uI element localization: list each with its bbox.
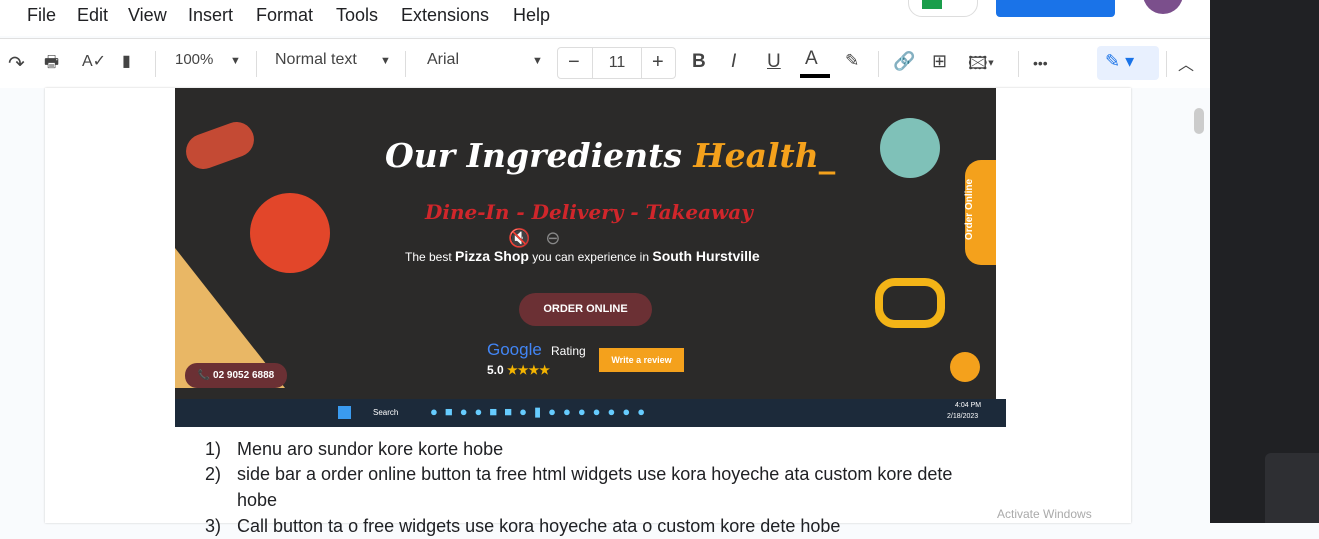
font-size-stepper: − 11 + <box>557 47 676 79</box>
menu-extensions[interactable]: Extensions <box>401 5 489 26</box>
call-button[interactable]: 📞 02 9052 6888 <box>185 363 287 388</box>
google-logo: Google <box>487 340 542 359</box>
scrollbar[interactable] <box>1194 108 1204 134</box>
pencil-icon: ✎ ▾ <box>1105 51 1135 71</box>
menu-file[interactable]: File <box>27 5 56 26</box>
spellcheck-icon[interactable]: A✓ <box>82 51 106 71</box>
paint-format-icon[interactable]: ▮ <box>122 51 131 71</box>
taskbar-search[interactable]: Search <box>373 408 398 417</box>
text-color-swatch <box>800 74 830 78</box>
editing-mode-button[interactable]: ✎ ▾ <box>1097 46 1159 80</box>
hero-tagline: The best Pizza Shop you can experience i… <box>405 248 760 264</box>
taskbar-time: 4:04 PM <box>955 402 982 409</box>
side-panel-widget <box>1265 453 1319 523</box>
activate-windows-watermark: Activate Windows <box>997 507 1092 521</box>
chat-bubble-button[interactable] <box>950 352 980 382</box>
menu-bar: File Edit View Insert Format Tools Exten… <box>0 0 1210 36</box>
chevron-down-icon: ▼ <box>532 55 543 67</box>
rating-value: 5.0 ★★★★ <box>487 363 551 377</box>
italic-button[interactable]: I <box>731 51 736 73</box>
menu-help[interactable]: Help <box>513 5 550 26</box>
meet-icon <box>922 0 942 9</box>
menu-format[interactable]: Format <box>256 5 313 26</box>
more-options-button[interactable]: ••• <box>1033 55 1048 71</box>
order-online-button[interactable]: ORDER ONLINE <box>519 293 652 326</box>
print-icon[interactable]: 🖶 <box>44 51 59 78</box>
salami-image <box>181 117 259 174</box>
menu-insert[interactable]: Insert <box>188 5 233 26</box>
menu-edit[interactable]: Edit <box>77 5 108 26</box>
windows-start-icon[interactable] <box>338 406 351 419</box>
toolbar: ↷ 🖶 A✓ ▮ 100% ▼ Normal text ▼ Arial ▼ − … <box>0 38 1210 88</box>
menu-tools[interactable]: Tools <box>336 5 378 26</box>
decrease-font-size-button[interactable]: − <box>568 51 580 74</box>
font-select[interactable]: Arial <box>427 51 459 69</box>
tomato-image <box>250 193 330 273</box>
text-color-button[interactable]: A <box>805 48 818 70</box>
video-controls[interactable]: 🔇 ⊖ <box>508 228 561 249</box>
hero-subtitle: Dine-In - Delivery - Takeaway <box>425 200 753 224</box>
link-icon[interactable]: 🔗 <box>893 51 915 72</box>
write-review-button[interactable]: Write a review <box>599 348 684 372</box>
pepper-image <box>875 278 945 328</box>
rating-label: Rating <box>551 344 586 358</box>
hero-title: Our Ingredients Health_ <box>385 136 836 175</box>
embedded-screenshot[interactable]: Our Ingredients Health_ Dine-In - Delive… <box>175 88 996 399</box>
collapse-toolbar-icon[interactable]: ︿ <box>1178 51 1194 75</box>
style-select[interactable]: Normal text <box>275 51 357 69</box>
taskbar-app-icons: ●■●●■■●▮●●●●●●● <box>430 404 653 419</box>
redo-icon[interactable]: ↷ <box>8 51 25 76</box>
highlight-icon[interactable]: ✎ <box>845 51 859 71</box>
increase-font-size-button[interactable]: + <box>652 51 664 74</box>
font-size-input[interactable]: 11 <box>592 48 642 78</box>
share-button[interactable] <box>996 0 1115 17</box>
bowl-image <box>880 118 940 178</box>
order-online-side-tab[interactable]: Order Online <box>964 160 996 265</box>
add-comment-icon[interactable]: ⊞ <box>932 51 947 72</box>
underline-button[interactable]: U <box>767 51 781 73</box>
side-panel <box>1210 0 1319 523</box>
insert-image-icon[interactable]: 🖾▾ <box>968 51 994 81</box>
side-tab-label: Order Online <box>964 178 976 241</box>
menu-view[interactable]: View <box>128 5 167 26</box>
zoom-select[interactable]: 100% <box>175 51 213 68</box>
taskbar-date: 2/18/2023 <box>947 413 979 420</box>
chevron-down-icon: ▼ <box>230 55 241 67</box>
meet-button[interactable] <box>908 0 978 17</box>
windows-taskbar: Search ●■●●■■●▮●●●●●●● 4:04 PM 2/18/2023 <box>175 399 1006 427</box>
bold-button[interactable]: B <box>692 51 706 73</box>
avatar[interactable] <box>1143 0 1183 14</box>
chevron-down-icon: ▼ <box>380 55 391 67</box>
